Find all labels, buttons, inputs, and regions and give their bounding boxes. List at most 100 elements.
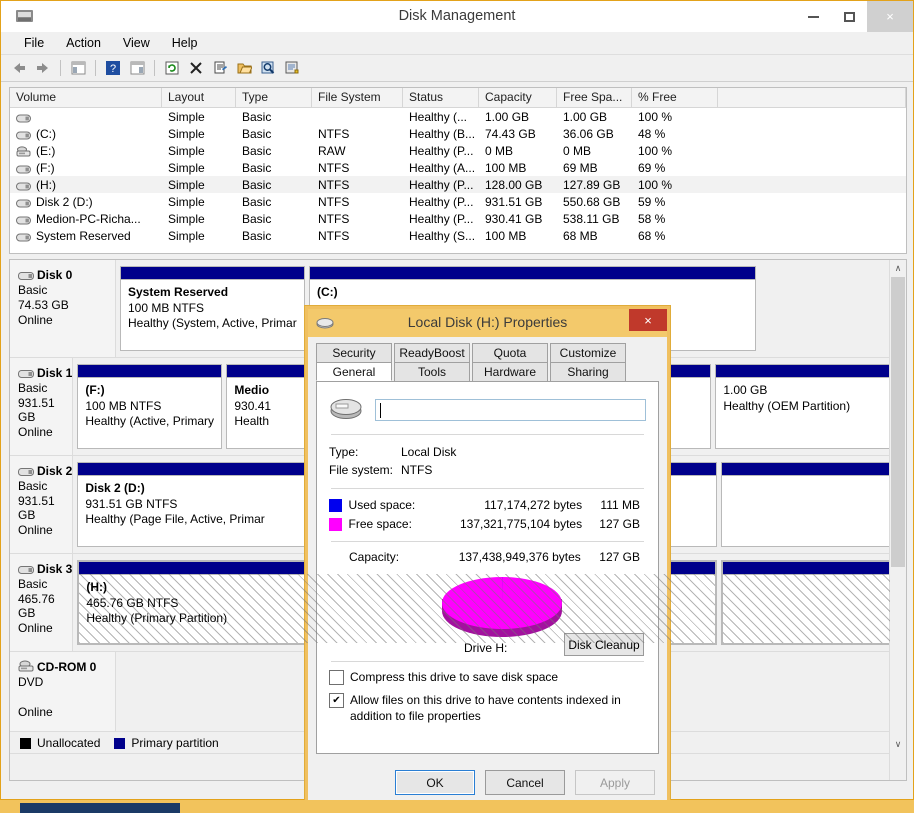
disk-info[interactable]: Disk 3 Basic 465.76 GB Online xyxy=(10,554,74,651)
close-button[interactable]: × xyxy=(867,1,913,32)
volume-list[interactable]: Volume Layout Type File System Status Ca… xyxy=(9,87,907,254)
search-icon[interactable] xyxy=(257,57,279,79)
ok-button[interactable]: OK xyxy=(395,770,475,795)
partition-block[interactable] xyxy=(721,560,890,645)
table-row[interactable]: (H:) Simple Basic NTFS Healthy (P... 128.00 G… xyxy=(10,176,906,193)
file-system-cell: NTFS xyxy=(318,177,350,192)
dialog-buttons: OK Cancel Apply xyxy=(395,770,655,795)
partition-status: Healthy (Page File, Active, Primar xyxy=(85,512,265,526)
disk-info[interactable]: Disk 2 Basic 931.51 GB Online xyxy=(10,456,74,553)
partition-block[interactable] xyxy=(721,462,890,547)
scroll-down-arrow-icon[interactable]: ∨ xyxy=(890,736,906,753)
scroll-up-arrow-icon[interactable]: ∧ xyxy=(890,260,906,277)
percent-free-cell: 48 % xyxy=(638,126,666,141)
menu-item-view[interactable]: View xyxy=(112,34,161,52)
capacity-cell: 74.43 GB xyxy=(485,126,536,141)
capacity-label: Capacity: xyxy=(349,550,400,564)
status-cell: Healthy (P... xyxy=(409,143,474,158)
table-row[interactable]: Disk 2 (D:) Simple Basic NTFS Healthy (P... 9… xyxy=(10,193,906,210)
free-space-cell: 127.89 GB xyxy=(563,177,621,192)
partition-block[interactable]: System Reserved 100 MB NTFS Healthy (Syste… xyxy=(120,266,305,351)
disk-info[interactable]: Disk 0 Basic 74.53 GB Online xyxy=(10,260,116,357)
menu-item-action[interactable]: Action xyxy=(55,34,112,52)
tab-general[interactable]: General xyxy=(316,362,392,381)
capacity-cell: 100 MB xyxy=(485,228,527,243)
table-row[interactable]: (C:) Simple Basic NTFS Healthy (B... 74.43 GB… xyxy=(10,125,906,142)
disk-size: 74.53 GB xyxy=(18,298,69,312)
status-cell: Healthy (A... xyxy=(409,160,476,175)
type-label: Type: xyxy=(329,445,359,459)
index-contents-checkbox[interactable]: ✔ xyxy=(329,693,344,708)
volume-icon xyxy=(16,182,31,190)
free-space-cell: 550.68 GB xyxy=(563,194,621,209)
partition-status: Health xyxy=(234,414,270,428)
disk-name: Disk 2 xyxy=(18,464,72,478)
properties-icon[interactable] xyxy=(209,57,231,79)
pie-chart-caption: Drive H: xyxy=(464,641,508,655)
layout-cell: Simple xyxy=(168,143,205,158)
window-controls: × xyxy=(795,1,913,32)
partition-text xyxy=(723,575,890,580)
table-row[interactable]: System Reserved Simple Basic NTFS Healthy (S… xyxy=(10,227,906,244)
partition-block[interactable]: (F:) 100 MB NTFS Healthy (Active, Primary xyxy=(77,364,223,449)
legend-label-primary: Primary partition xyxy=(131,736,219,750)
menu-item-help[interactable]: Help xyxy=(161,34,209,52)
tab-security[interactable]: Security xyxy=(316,343,392,362)
partition-block[interactable]: 1.00 GB Healthy (OEM Partition) xyxy=(715,364,890,449)
column-header-type[interactable]: Type xyxy=(236,88,312,107)
show-hide-console-tree-icon[interactable] xyxy=(67,57,89,79)
type-cell: Basic xyxy=(242,143,272,158)
tab-quota[interactable]: Quota xyxy=(472,343,548,362)
column-header-free-space[interactable]: Free Spa... xyxy=(557,88,632,107)
rescan-disks-icon[interactable] xyxy=(281,57,303,79)
status-cell: Healthy (P... xyxy=(409,194,474,209)
delete-icon[interactable] xyxy=(185,57,207,79)
taskbar-item[interactable] xyxy=(20,803,180,813)
tab-customize[interactable]: Customize xyxy=(550,343,626,362)
disk-kind: Basic xyxy=(18,479,48,493)
show-hide-action-pane-icon[interactable] xyxy=(126,57,148,79)
percent-free-cell: 58 % xyxy=(638,211,666,226)
partition-size: 931.51 GB NTFS xyxy=(85,496,178,511)
column-header-volume[interactable]: Volume xyxy=(10,88,162,107)
dialog-close-button[interactable]: × xyxy=(629,309,667,331)
disk-info[interactable]: Disk 1 Basic 931.51 GB Online xyxy=(10,358,74,455)
partition-title: (C:) xyxy=(317,285,338,299)
table-row[interactable]: Simple Basic Healthy (... 1.00 GB 1.00 GB 100… xyxy=(10,108,906,125)
forward-arrow-icon[interactable] xyxy=(32,57,54,79)
cancel-button[interactable]: Cancel xyxy=(485,770,565,795)
table-row[interactable]: Medion-PC-Richa... Simple Basic NTFS Healthy… xyxy=(10,210,906,227)
disk-icon xyxy=(18,370,34,378)
table-row[interactable]: (E:) Simple Basic RAW Healthy (P... 0 MB 0 MB 1… xyxy=(10,142,906,159)
index-contents-label: Allow files on this drive to have conten… xyxy=(350,693,621,723)
minimize-button[interactable] xyxy=(795,1,831,32)
column-header-layout[interactable]: Layout xyxy=(162,88,236,107)
help-icon[interactable]: ? xyxy=(102,57,124,79)
partition-status: Healthy (Active, Primary xyxy=(85,414,215,428)
volume-cell: Medion-PC-Richa... xyxy=(10,212,162,226)
compress-drive-row[interactable]: Compress this drive to save disk space xyxy=(329,662,646,685)
menu-item-file[interactable]: File xyxy=(13,34,55,52)
capacity-cell: 931.51 GB xyxy=(485,194,543,209)
compress-drive-checkbox[interactable] xyxy=(329,670,344,685)
volume-icon xyxy=(16,233,31,241)
column-header-status[interactable]: Status xyxy=(403,88,479,107)
table-row[interactable]: (F:) Simple Basic NTFS Healthy (A... 100 MB 69… xyxy=(10,159,906,176)
volume-cell: System Reserved xyxy=(10,229,162,243)
refresh-icon[interactable] xyxy=(161,57,183,79)
graphical-view-scrollbar[interactable]: ∧ ∨ xyxy=(889,260,906,780)
column-header-capacity[interactable]: Capacity xyxy=(479,88,557,107)
open-folder-icon[interactable] xyxy=(233,57,255,79)
column-header-percent-free[interactable]: % Free xyxy=(632,88,718,107)
tab-readyboost[interactable]: ReadyBoost xyxy=(394,343,470,362)
file-system-cell: NTFS xyxy=(318,160,350,175)
dialog-tab-row-1: Security ReadyBoost Quota Customize xyxy=(316,343,659,362)
column-header-file-system[interactable]: File System xyxy=(312,88,403,107)
back-arrow-icon[interactable] xyxy=(8,57,30,79)
maximize-button[interactable] xyxy=(831,1,867,32)
scrollbar-thumb[interactable] xyxy=(891,277,905,567)
disk-kind: Basic xyxy=(18,381,48,395)
partition-title: System Reserved xyxy=(128,285,229,299)
index-contents-row[interactable]: ✔ Allow files on this drive to have cont… xyxy=(329,685,646,724)
partition-text: (F:) 100 MB NTFS Healthy (Active, Primary xyxy=(78,378,221,430)
